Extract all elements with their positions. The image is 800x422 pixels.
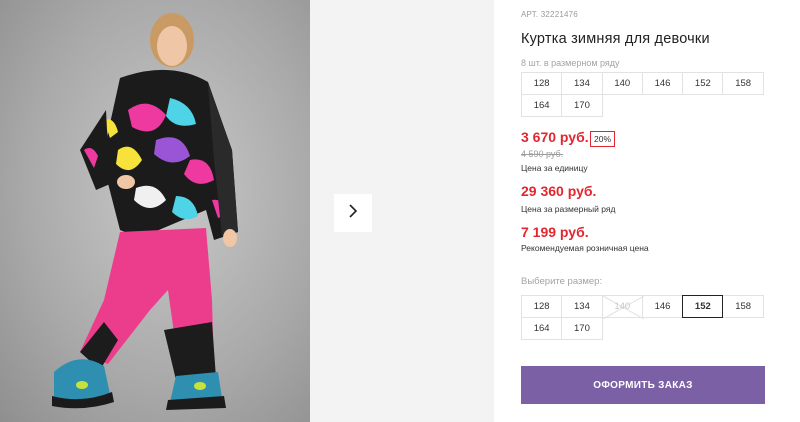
size-option-disabled: 140 — [601, 295, 644, 319]
discount-badge: 20% — [590, 131, 616, 147]
size-row-cell: 146 — [641, 72, 684, 95]
size-row-price: 29 360 руб. — [521, 183, 597, 199]
unit-price: 3 670 руб. — [521, 129, 589, 145]
quantity-hint: 8 шт. в размерном ряду — [521, 58, 620, 68]
rrp-caption: Рекомендуемая розничная цена — [521, 243, 649, 253]
chevron-right-icon — [347, 203, 359, 224]
size-option[interactable]: 134 — [561, 295, 603, 318]
place-order-button[interactable]: ОФОРМИТЬ ЗАКАЗ — [521, 366, 765, 404]
size-row-cell: 152 — [682, 72, 724, 95]
size-option-label: 140 — [614, 301, 631, 312]
size-row-cell: 158 — [722, 72, 764, 95]
size-option[interactable]: 164 — [521, 317, 563, 340]
size-row-price-caption: Цена за размерный ряд — [521, 204, 616, 214]
size-option[interactable]: 158 — [722, 295, 764, 318]
size-row-cell: 164 — [521, 94, 563, 117]
size-option[interactable]: 146 — [641, 295, 684, 318]
size-row-cell: 128 — [521, 72, 563, 95]
size-row-cell: 170 — [561, 94, 603, 117]
size-row-grid: 128 134 140 146 152 158 164 170 — [521, 72, 769, 117]
size-row-cell: 140 — [601, 72, 643, 95]
girl-in-winter-suit-illustration — [52, 13, 238, 410]
article-number: АРТ. 32221476 — [521, 10, 578, 19]
old-price: 4 590 руб. — [521, 149, 564, 159]
size-row-cell: 134 — [561, 72, 603, 95]
next-image-button[interactable] — [334, 194, 372, 232]
product-title: Куртка зимняя для девочки — [521, 31, 710, 47]
unit-price-caption: Цена за единицу — [521, 163, 588, 173]
rrp-price: 7 199 руб. — [521, 224, 589, 240]
size-option[interactable]: 170 — [561, 317, 603, 340]
size-selector: 128 134 140 146 152 158 164 170 — [521, 295, 769, 340]
choose-size-label: Выберите размер: — [521, 276, 603, 287]
product-page: АРТ. 32221476 Куртка зимняя для девочки … — [0, 0, 800, 422]
size-option[interactable]: 128 — [521, 295, 563, 318]
product-photo — [0, 0, 310, 422]
size-option-selected[interactable]: 152 — [682, 295, 724, 318]
